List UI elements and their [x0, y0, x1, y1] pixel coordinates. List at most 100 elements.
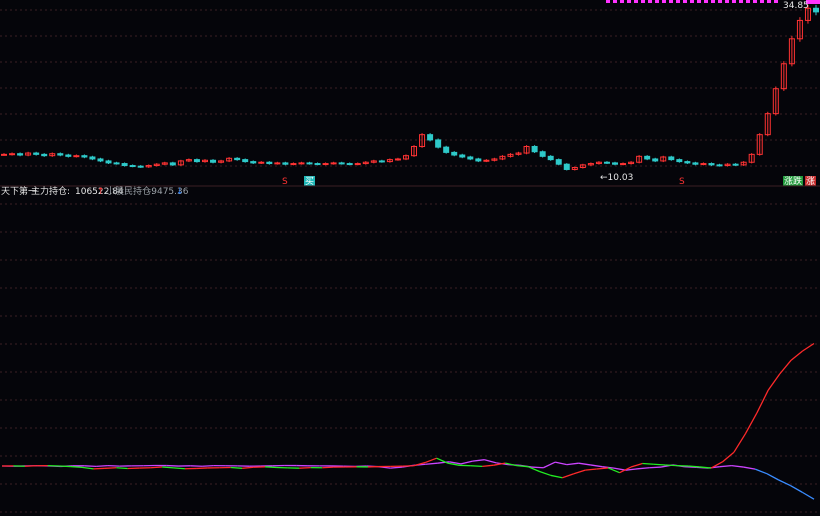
candle[interactable]: [378, 160, 385, 163]
candle[interactable]: [531, 145, 538, 153]
retail-line-segment: [637, 467, 650, 470]
candle[interactable]: [113, 162, 120, 165]
candle[interactable]: [354, 163, 361, 166]
candle[interactable]: [129, 165, 136, 168]
mainforce-line-segment: [630, 462, 643, 468]
candle[interactable]: [57, 153, 64, 156]
candle[interactable]: [716, 164, 723, 167]
candle[interactable]: [443, 146, 450, 153]
candle[interactable]: [266, 161, 273, 165]
candle[interactable]: [676, 159, 683, 163]
candle[interactable]: [210, 159, 217, 163]
candle[interactable]: [427, 134, 434, 141]
candle[interactable]: [684, 161, 691, 164]
candle[interactable]: [33, 152, 40, 155]
mainforce-line-segment: [150, 466, 163, 469]
stock-chart-window: 34.85 ←10.03 S 买 S 涨跌涨 天下第一 主力持仓: 106522.84…: [0, 0, 820, 516]
retail-line-segment: [778, 479, 791, 487]
candle[interactable]: [41, 153, 48, 157]
mainforce-line-segment: [596, 467, 609, 470]
retail-line-segment: [484, 459, 497, 464]
candle[interactable]: [306, 162, 313, 165]
mainforce-line-segment: [722, 451, 735, 463]
candle[interactable]: [475, 158, 482, 162]
candle[interactable]: [81, 155, 88, 158]
mainforce-line-segment: [790, 350, 803, 361]
candle[interactable]: [121, 163, 128, 167]
signal-strip-mark: [655, 0, 659, 3]
candle[interactable]: [668, 156, 675, 161]
retail-line-segment: [543, 461, 556, 469]
candle[interactable]: [322, 163, 329, 166]
candle[interactable]: [435, 139, 442, 148]
mainforce-line-segment: [322, 466, 334, 469]
candle[interactable]: [89, 156, 96, 160]
candle[interactable]: [555, 159, 562, 165]
signal-strip-mark: [613, 0, 617, 3]
candle[interactable]: [282, 162, 289, 165]
candle[interactable]: [65, 154, 72, 157]
candle[interactable]: [298, 162, 305, 165]
candle[interactable]: [394, 158, 401, 161]
candle[interactable]: [612, 162, 619, 165]
retail-line-segment: [731, 465, 744, 468]
candle[interactable]: [250, 161, 257, 164]
mainforce-line-segment: [265, 466, 277, 469]
candle[interactable]: [620, 163, 627, 166]
candle[interactable]: [644, 155, 651, 160]
candle[interactable]: [483, 159, 490, 162]
mainforce-line-segment: [642, 462, 654, 465]
candle[interactable]: [137, 165, 144, 168]
candle[interactable]: [9, 153, 16, 156]
retail-line-segment: [801, 491, 815, 500]
mainforce-line-segment: [173, 467, 186, 470]
candle[interactable]: [346, 163, 353, 166]
signal-strip-mark: [662, 0, 666, 3]
candle[interactable]: [338, 162, 345, 165]
candle[interactable]: [451, 151, 458, 156]
candle[interactable]: [314, 163, 321, 166]
signal-strip-mark: [627, 0, 631, 3]
candle[interactable]: [563, 163, 570, 170]
candle[interactable]: [652, 158, 659, 162]
candle[interactable]: [330, 162, 337, 165]
candle[interactable]: [539, 151, 546, 157]
candle[interactable]: [1, 153, 7, 156]
candle[interactable]: [813, 7, 819, 13]
retail-label: 小股民持仓:: [106, 185, 154, 197]
candle[interactable]: [73, 155, 80, 158]
candle[interactable]: [242, 159, 249, 163]
signal-strip-mark: [676, 0, 680, 3]
candle[interactable]: [97, 158, 104, 162]
signal-strip-mark: [774, 0, 778, 3]
mainforce-line-segment: [688, 465, 700, 468]
candle[interactable]: [169, 162, 176, 166]
mainforce-line-segment: [230, 466, 243, 469]
retail-line-segment: [554, 461, 568, 466]
candle[interactable]: [274, 162, 281, 165]
retail-line-segment: [531, 466, 544, 469]
candle[interactable]: [732, 163, 739, 166]
candle[interactable]: [700, 163, 707, 166]
candle[interactable]: [467, 156, 474, 160]
candle[interactable]: [193, 159, 200, 163]
mainforce-line-segment: [93, 467, 105, 470]
candle[interactable]: [459, 154, 466, 158]
candle[interactable]: [603, 161, 610, 164]
chart-canvas: 34.85 ←10.03 S 买 S 涨跌涨 天下第一 主力持仓: 106522.84…: [0, 0, 820, 513]
mainforce-line-segment: [299, 466, 311, 469]
mainforce-line-segment: [104, 467, 117, 469]
indicator-legend: 天下第一 主力持仓: 106522.84 ↑ 小股民持仓: -9475.36 ↓: [1, 185, 189, 197]
candle[interactable]: [258, 161, 265, 164]
candle[interactable]: [290, 163, 297, 166]
candle[interactable]: [692, 162, 699, 165]
candle[interactable]: [17, 153, 24, 156]
candle[interactable]: [547, 155, 554, 161]
mainforce-line-segment: [59, 465, 71, 468]
candle[interactable]: [105, 160, 112, 164]
indicator-lines[interactable]: [1, 342, 815, 500]
candle[interactable]: [234, 157, 241, 161]
signal-strip-mark: [690, 0, 694, 3]
mainforce-line-segment: [162, 466, 174, 469]
candle[interactable]: [708, 163, 715, 166]
